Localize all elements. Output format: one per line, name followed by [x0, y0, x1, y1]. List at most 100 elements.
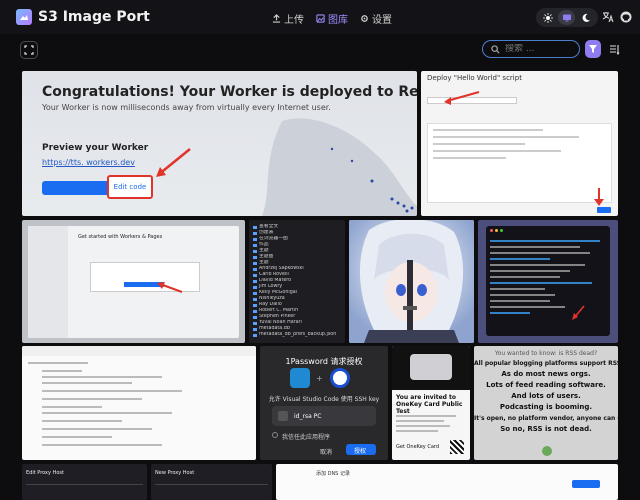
avatar	[542, 446, 552, 456]
nav-gallery-label: 图库	[328, 15, 348, 26]
search-icon	[491, 44, 500, 54]
top-bar: S3 Image Port 上传 图库 设置	[0, 0, 640, 34]
op-trust-checkbox	[272, 432, 278, 438]
folder-icon	[253, 273, 257, 277]
app-logo-icon	[16, 9, 32, 25]
dns-title: 添加 DNS 记录	[316, 471, 350, 477]
nav-gallery[interactable]: 图库	[316, 11, 348, 26]
gallery-image-anime-art[interactable]	[349, 220, 474, 343]
cf-worker-link: https://tts. workers.dev	[42, 158, 135, 167]
folder-icon	[253, 315, 257, 319]
theme-system-button[interactable]	[540, 10, 557, 25]
op-authorize-label: 授权	[354, 448, 367, 455]
deploy-button	[597, 207, 611, 213]
vscode-icon	[290, 368, 310, 388]
red-arrow-annotation-2	[444, 91, 480, 105]
folder-icon	[253, 225, 257, 229]
nav-upload[interactable]: 上传	[272, 11, 304, 26]
search-input[interactable]	[505, 44, 575, 54]
gallery-image-workers-pages[interactable]: Get started with Workers & Pages	[22, 220, 245, 343]
gallery-image-deploy-script[interactable]: Deploy "Hello World" script	[421, 71, 618, 216]
file-list-item: metadata_db_prefs_backup.json	[253, 332, 341, 338]
proxy-new-tabs-divider	[155, 484, 268, 485]
terminal-output	[490, 240, 600, 320]
cf-edit-code-button: Edit code	[107, 175, 153, 199]
gallery-image-1password[interactable]: 1Password 请求授权 + 允许 Visual Studio Code 使…	[260, 346, 388, 460]
onekey-cta: Get OneKey Card	[396, 444, 440, 450]
proxy-edit-tabs-divider	[26, 484, 143, 485]
terminal-traffic-lights	[490, 229, 503, 232]
nav-settings[interactable]: 设置	[360, 11, 392, 26]
folder-icon	[253, 261, 257, 265]
rss-line: As do most news orgs.	[501, 370, 591, 378]
folder-icon	[253, 333, 257, 337]
op-subtitle: 允许 Visual Studio Code 使用 SSH key	[268, 396, 380, 403]
folder-icon	[253, 285, 257, 289]
translate-icon[interactable]	[602, 11, 614, 23]
sun-icon	[543, 12, 554, 23]
app-title[interactable]: S3 Image Port	[38, 9, 150, 25]
folder-icon	[253, 255, 257, 259]
link-icon: +	[316, 374, 323, 383]
doc-page-lines	[22, 346, 256, 446]
gallery-image-documentation[interactable]	[22, 346, 256, 460]
rss-line: So no, RSS is not dead.	[500, 425, 592, 433]
gallery-image-file-list[interactable]: 查看全文 创建表 在浏览器一图 作品 主题 主题图 主题 Andrzej Sapkowski C…	[249, 220, 345, 343]
folder-icon	[253, 297, 257, 301]
dashboard-frame: Get started with Workers & Pages	[28, 226, 239, 338]
gallery-image-rss-dead[interactable]: You wanted to know: is RSS dead? All popu…	[474, 346, 618, 460]
op-title: 1Password 请求授权	[285, 357, 363, 366]
nav-upload-label: 上传	[284, 15, 304, 26]
theme-dark-button[interactable]	[577, 10, 594, 25]
theme-light-button[interactable]	[558, 10, 576, 25]
filter-icon	[589, 45, 597, 53]
folder-icon	[253, 327, 257, 331]
folder-icon	[253, 291, 257, 295]
view-mode-button[interactable]	[606, 40, 622, 58]
key-icon	[278, 411, 288, 421]
select-mode-button[interactable]	[20, 41, 38, 59]
cf-subtitle: Your Worker is now milliseconds away fro…	[42, 103, 331, 112]
folder-icon	[253, 231, 257, 235]
dashboard-sidebar	[28, 226, 68, 338]
rss-line: It's open, no platform vendor, anyone ca…	[474, 415, 618, 422]
gallery-image-onekey[interactable]: You are invited to OneKey Card Public Te…	[392, 346, 470, 460]
folder-icon	[253, 243, 257, 247]
onekey-feature-list	[396, 412, 456, 438]
onekey-card-image	[410, 354, 452, 380]
gallery-image-cloudflare-deployed[interactable]: Congratulations! Your Worker is deployed…	[22, 71, 417, 216]
expand-icon	[24, 45, 34, 55]
folder-icon	[253, 237, 257, 241]
folder-icon	[253, 249, 257, 253]
gallery-image-edit-proxy-host[interactable]: Edit Proxy Host	[22, 464, 147, 500]
folder-icon	[253, 279, 257, 283]
world-map-decoration	[262, 118, 417, 216]
proxy-new-title: New Proxy Host	[155, 470, 195, 476]
gear-icon	[361, 15, 368, 22]
gallery-icon	[316, 14, 325, 23]
filter-button[interactable]	[585, 40, 601, 58]
dns-save-button	[572, 480, 600, 488]
moon-icon	[582, 13, 590, 22]
qr-code-icon	[450, 440, 464, 454]
op-cancel-button: 取消	[320, 449, 333, 456]
search-box	[482, 40, 580, 58]
folder-icon	[253, 309, 257, 313]
rss-line: And lots of users.	[511, 392, 581, 400]
gallery-image-dns-record[interactable]: 添加 DNS 记录	[276, 464, 618, 500]
op-authorize-button: 授权	[346, 444, 376, 455]
folder-icon	[253, 303, 257, 307]
file-list: 查看全文 创建表 在浏览器一图 作品 主题 主题图 主题 Andrzej Sapkowski C…	[253, 224, 341, 338]
main-nav: 上传 图库 设置	[272, 11, 392, 26]
rss-line: Podcasting is booming.	[499, 403, 593, 411]
gallery-image-terminal[interactable]	[478, 220, 618, 343]
gallery-image-new-proxy-host[interactable]: New Proxy Host	[151, 464, 272, 500]
deploy-header: Deploy "Hello World" script	[427, 74, 522, 82]
op-key-row: id_rsa PC	[272, 406, 376, 426]
theme-switcher	[536, 8, 598, 27]
anime-illustration	[349, 220, 474, 343]
cf-preview-heading: Preview your Worker	[42, 143, 149, 153]
github-icon[interactable]	[620, 11, 632, 23]
cf-title: Congratulations! Your Worker is deployed…	[42, 84, 417, 100]
proxy-edit-title: Edit Proxy Host	[26, 470, 64, 476]
